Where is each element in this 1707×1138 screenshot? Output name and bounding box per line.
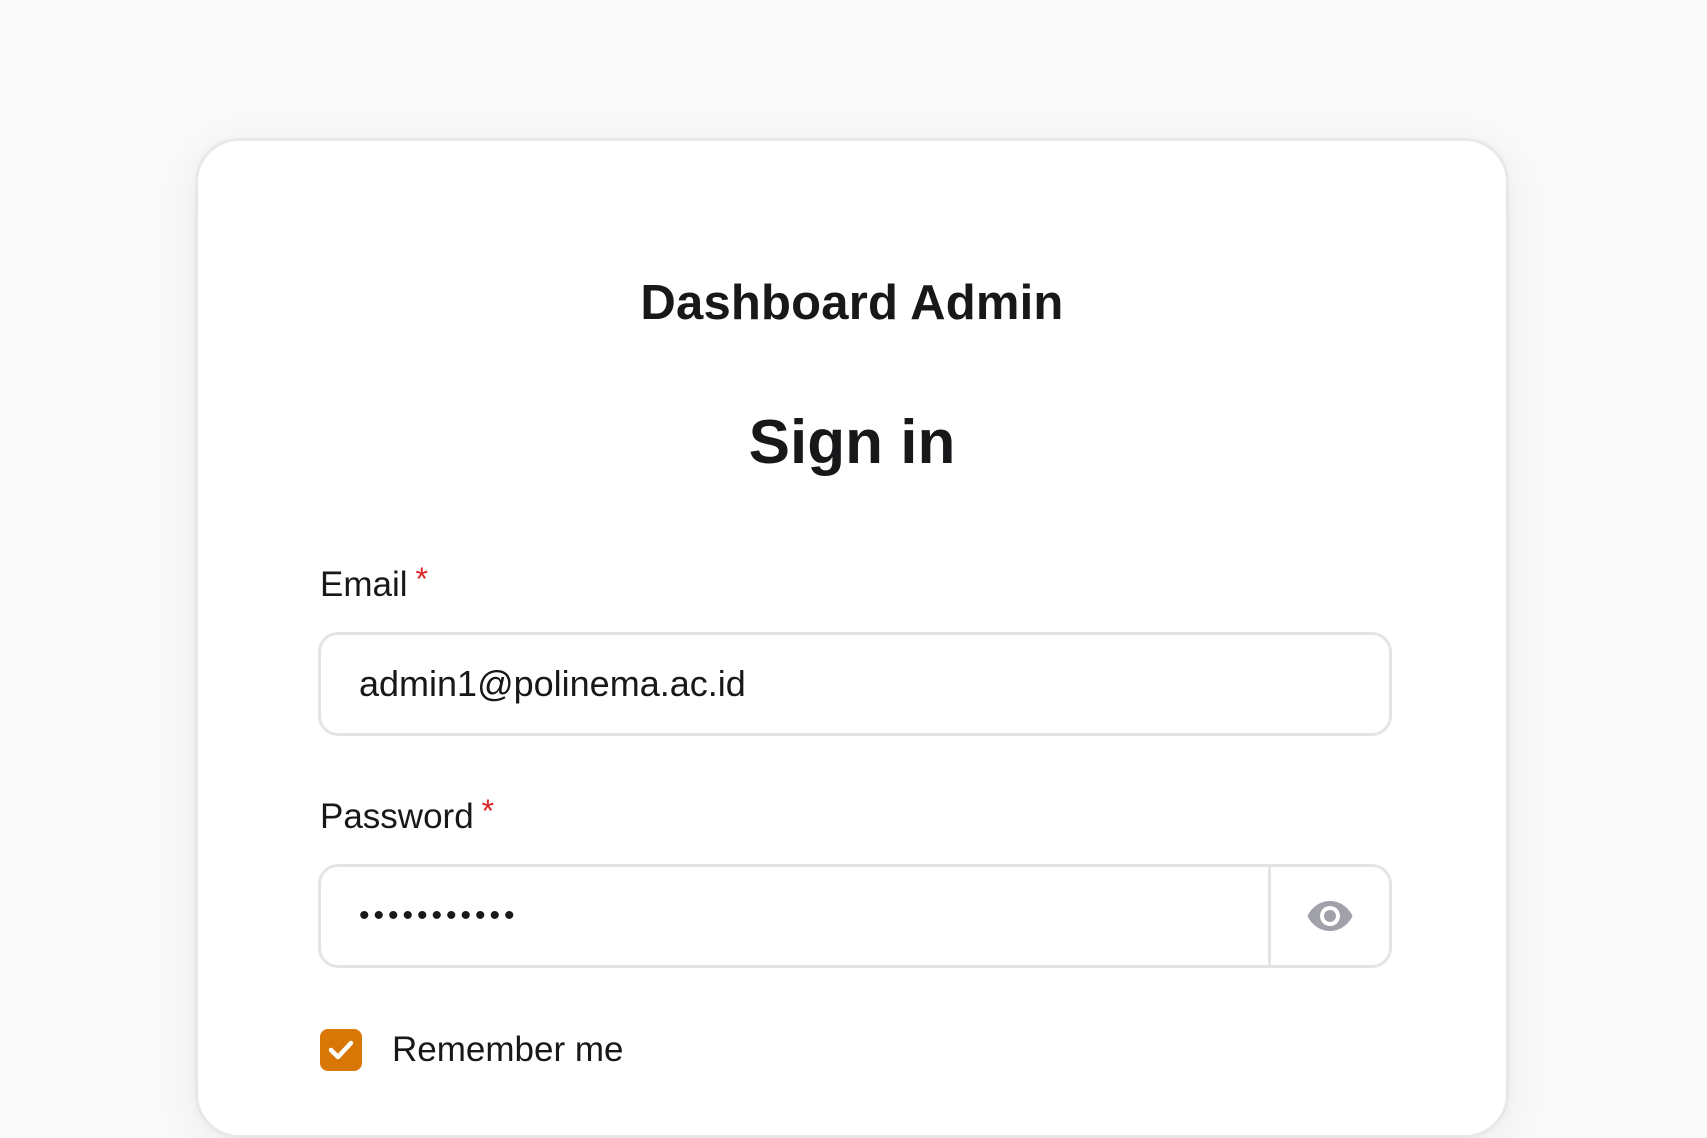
password-label-text: Password [320, 797, 474, 836]
email-input-value[interactable]: admin1@polinema.ac.id [321, 663, 1389, 705]
login-card: Dashboard Admin Sign in Email * admin1@p… [195, 138, 1509, 1138]
eye-icon [1307, 901, 1353, 931]
email-field[interactable]: admin1@polinema.ac.id [318, 632, 1392, 736]
check-icon [328, 1040, 354, 1060]
password-field[interactable]: ••••••••••• [318, 864, 1392, 968]
password-input-value[interactable]: ••••••••••• [321, 899, 1268, 933]
remember-me-row[interactable]: Remember me [320, 1029, 623, 1071]
show-password-button[interactable] [1268, 867, 1389, 965]
remember-me-label: Remember me [392, 1030, 624, 1069]
email-label: Email * [320, 561, 428, 605]
remember-me-checkbox[interactable] [320, 1029, 362, 1071]
brand-title: Dashboard Admin [640, 276, 1064, 330]
email-required-marker: * [415, 561, 428, 597]
email-label-text: Email [320, 565, 408, 604]
password-required-marker: * [481, 793, 495, 829]
password-label: Password * [320, 793, 495, 837]
sign-in-heading: Sign in [748, 408, 956, 477]
